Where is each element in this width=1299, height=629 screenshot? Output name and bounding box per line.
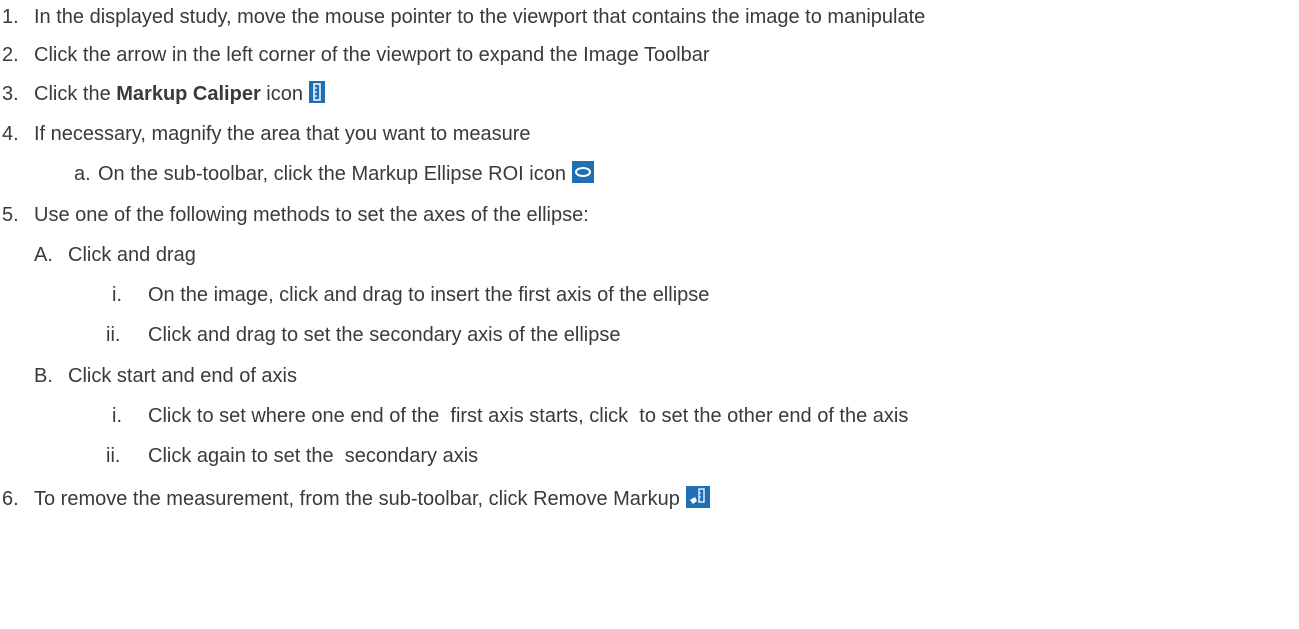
step-number: ii. [106,324,121,346]
step-number: 4. [2,123,19,145]
step-text: Click the arrow in the left corner of th… [34,44,710,66]
step-text: If necessary, magnify the area that you … [34,123,531,145]
step-number: ii. [106,445,121,467]
step-number: 2. [2,44,19,66]
step-text-main: On the sub-toolbar, click the Markup Ell… [98,163,566,185]
step-text: On the image, click and drag to insert t… [148,284,710,306]
step-text: Click and drag [68,244,196,266]
step-text-before: Click the [34,83,117,105]
step-number: 5. [2,204,19,226]
step-text: On the sub-toolbar, click the Markup Ell… [98,159,594,189]
step-text: To remove the measurement, from the sub-… [34,484,710,514]
step-text: Click again to set the secondary axis [148,445,479,467]
step-text-main: To remove the measurement, from the sub-… [34,488,680,510]
step-text: In the displayed study, move the mouse p… [34,6,926,28]
step-number: i. [112,284,122,306]
step-number: a. [74,163,91,185]
step-number: B. [34,365,53,387]
step-bold-term: Markup Caliper [116,83,261,105]
step-number: i. [112,405,122,427]
step-text: Use one of the following methods to set … [34,204,589,226]
remove-markup-icon [685,485,710,508]
step-number: A. [34,244,53,266]
step-number: 6. [2,488,19,510]
step-text: Click the Markup Caliper icon [34,79,325,109]
step-number: 3. [2,83,19,105]
markup-caliper-icon [308,80,325,103]
step-number: 1. [2,6,19,28]
step-text: Click to set where one end of the first … [148,405,909,427]
markup-ellipse-roi-icon [572,160,594,183]
step-text: Click and drag to set the secondary axis… [148,324,621,346]
step-text-after: icon [260,83,303,105]
step-text: Click start and end of axis [68,365,297,387]
